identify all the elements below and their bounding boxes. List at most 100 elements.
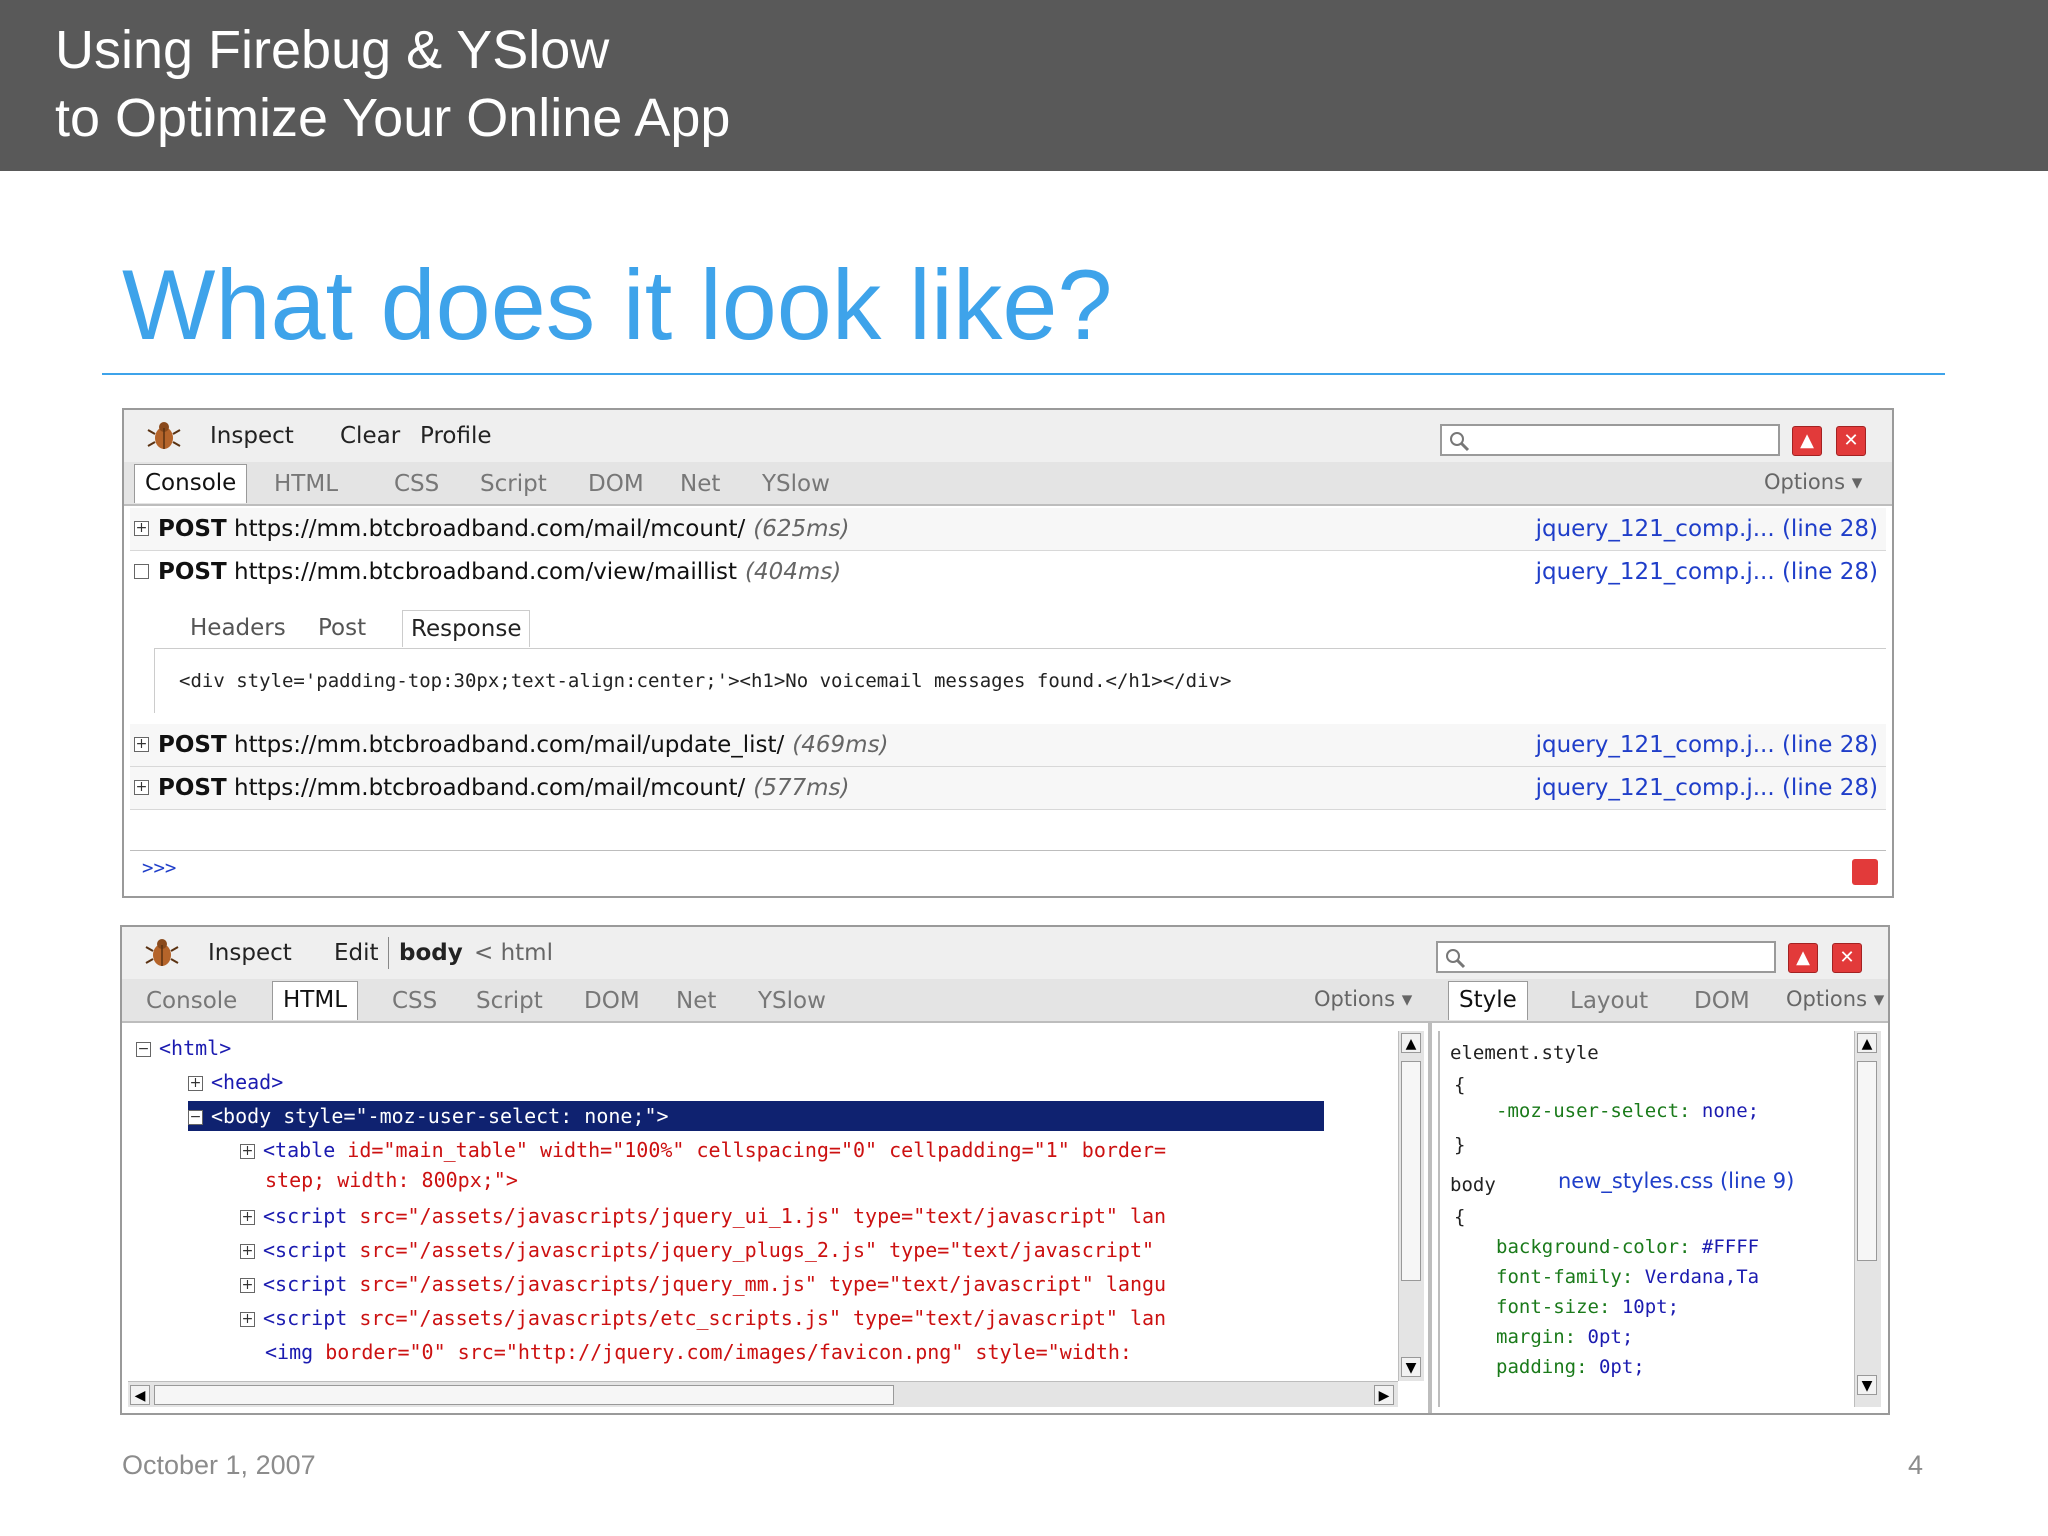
profile-button[interactable]: Profile (420, 420, 492, 452)
minimize-button[interactable]: ▲ (1788, 943, 1818, 973)
css-source-link[interactable]: new_styles.css (line 9) (1558, 1167, 1794, 1195)
expand-icon[interactable]: + (240, 1210, 255, 1225)
request-source-link[interactable]: jquery_121_comp.j... (line 28) (1536, 508, 1878, 550)
close-icon: ✕ (1843, 430, 1859, 451)
tab-html[interactable]: HTML (274, 466, 338, 504)
tree-attrs: style="-moz-user-select: none;"> (271, 1104, 669, 1128)
close-button[interactable]: ✕ (1832, 943, 1862, 973)
tab-console[interactable]: Console (134, 464, 248, 503)
tab-style[interactable]: Style (1448, 981, 1528, 1020)
tree-node-script[interactable]: + <script src="/assets/javascripts/etc_sc… (240, 1303, 1166, 1333)
scroll-up-icon[interactable]: ▲ (1857, 1033, 1877, 1053)
breadcrumb-html[interactable]: < html (474, 937, 553, 969)
expand-icon[interactable]: + (134, 521, 149, 536)
tab-layout[interactable]: Layout (1570, 983, 1648, 1021)
tree-node-img[interactable]: <img border="0" src="http://jquery.com/i… (265, 1337, 1132, 1367)
inspect-button[interactable]: Inspect (210, 420, 294, 452)
subtab-post[interactable]: Post (318, 610, 366, 646)
scroll-left-icon[interactable]: ◀ (130, 1385, 150, 1405)
css-value: 10pt; (1621, 1296, 1680, 1318)
tab-html[interactable]: HTML (272, 981, 359, 1020)
vertical-scrollbar[interactable]: ▲ ▼ (1398, 1031, 1424, 1381)
search-input[interactable] (1436, 941, 1776, 973)
tab-script[interactable]: Script (476, 983, 543, 1021)
pane-divider[interactable] (1428, 1021, 1432, 1413)
request-row[interactable]: POST https://mm.btcbroadband.com/view/ma… (130, 551, 1886, 593)
request-source-link[interactable]: jquery_121_comp.j... (line 28) (1536, 724, 1878, 766)
tree-node-body-selected[interactable]: − <body style="-moz-user-select: none;"> (188, 1101, 1324, 1131)
minimize-button[interactable]: ▲ (1792, 426, 1822, 456)
tree-node-html[interactable]: − <html> (136, 1033, 231, 1063)
tree-node-table-cont: step; width: 800px;"> (265, 1165, 518, 1195)
tab-net[interactable]: Net (676, 983, 716, 1021)
tree-node-script[interactable]: + <script src="/assets/javascripts/jquery… (240, 1201, 1166, 1231)
expand-icon[interactable]: + (134, 737, 149, 752)
scrollbar-thumb[interactable] (1857, 1061, 1877, 1261)
inspect-button[interactable]: Inspect (208, 937, 292, 969)
css-rule[interactable]: background-color: #FFFF (1496, 1233, 1759, 1261)
breadcrumb-body[interactable]: body (388, 937, 463, 969)
tab-yslow[interactable]: YSlow (762, 466, 830, 504)
scroll-right-icon[interactable]: ▶ (1374, 1385, 1394, 1405)
vertical-scrollbar[interactable]: ▲ ▼ (1854, 1031, 1881, 1407)
tab-dom-side[interactable]: DOM (1694, 983, 1750, 1021)
css-rule[interactable]: -moz-user-select: none; (1496, 1097, 1759, 1125)
tab-css[interactable]: CSS (394, 466, 439, 504)
tab-css[interactable]: CSS (392, 983, 437, 1021)
clear-button[interactable]: Clear (340, 420, 400, 452)
edit-button[interactable]: Edit (334, 937, 379, 969)
close-icon[interactable] (1852, 859, 1878, 885)
firebug-icon[interactable] (144, 935, 180, 971)
css-rule[interactable]: padding: 0pt; (1496, 1353, 1645, 1381)
css-rule[interactable]: margin: 0pt; (1496, 1323, 1633, 1351)
scroll-up-icon[interactable]: ▲ (1401, 1033, 1421, 1053)
request-source-link[interactable]: jquery_121_comp.j... (line 28) (1536, 767, 1878, 809)
tab-dom[interactable]: DOM (588, 466, 644, 504)
command-line[interactable]: >>> (130, 850, 1886, 891)
tab-console[interactable]: Console (146, 983, 237, 1021)
subtab-response[interactable]: Response (402, 610, 531, 647)
firebug-icon[interactable] (146, 418, 182, 454)
tree-node-head[interactable]: + <head> (188, 1067, 283, 1097)
scroll-down-icon[interactable]: ▼ (1401, 1357, 1421, 1377)
scrollbar-thumb[interactable] (154, 1385, 894, 1405)
tab-script[interactable]: Script (480, 466, 547, 504)
horizontal-scrollbar[interactable]: ◀ ▶ (128, 1381, 1398, 1407)
tree-node-table[interactable]: + <table id="main_table" width="100%" cel… (240, 1135, 1166, 1165)
options-menu[interactable]: Options ▾ (1314, 987, 1412, 1011)
request-url: https://mm.btcbroadband.com/mail/update_… (234, 724, 889, 766)
side-options-menu[interactable]: Options ▾ (1786, 987, 1884, 1011)
tab-net[interactable]: Net (680, 466, 720, 504)
tab-dom[interactable]: DOM (584, 983, 640, 1021)
search-icon (1450, 432, 1470, 452)
options-menu[interactable]: Options ▾ (1764, 470, 1862, 494)
scroll-down-icon[interactable]: ▼ (1857, 1375, 1877, 1395)
request-row[interactable]: + POST https://mm.btcbroadband.com/mail/… (130, 724, 1886, 767)
expand-icon[interactable]: + (240, 1244, 255, 1259)
search-input[interactable] (1440, 424, 1780, 456)
expand-icon[interactable]: + (240, 1312, 255, 1327)
html-toolbar: Inspect Edit body < html ▲ ✕ (122, 927, 1888, 979)
tree-attrs: src="/assets/javascripts/jquery_ui_1.js"… (347, 1204, 1167, 1228)
tab-yslow[interactable]: YSlow (758, 983, 826, 1021)
tree-node-script[interactable]: + <script src="/assets/javascripts/jquery… (240, 1235, 1154, 1265)
css-value: 0pt; (1587, 1326, 1634, 1348)
expand-icon[interactable]: + (134, 780, 149, 795)
request-row[interactable]: + POST https://mm.btcbroadband.com/mail/… (130, 508, 1886, 551)
expand-icon[interactable]: + (188, 1076, 203, 1091)
expand-icon[interactable]: + (240, 1144, 255, 1159)
request-row[interactable]: + POST https://mm.btcbroadband.com/mail/… (130, 767, 1886, 810)
subtab-headers[interactable]: Headers (190, 610, 286, 646)
css-property: padding: (1496, 1356, 1588, 1378)
collapse-icon[interactable]: − (188, 1110, 203, 1125)
tree-node-script[interactable]: + <script src="/assets/javascripts/jquery… (240, 1269, 1166, 1299)
css-rule[interactable]: font-family: Verdana,Ta (1496, 1263, 1759, 1291)
css-rule[interactable]: font-size: 10pt; (1496, 1293, 1679, 1321)
tree-attrs: src="/assets/javascripts/etc_scripts.js"… (347, 1306, 1167, 1330)
close-button[interactable]: ✕ (1836, 426, 1866, 456)
expand-icon[interactable]: + (240, 1278, 255, 1293)
collapse-icon[interactable]: − (136, 1042, 151, 1057)
scrollbar-thumb[interactable] (1401, 1061, 1421, 1281)
collapse-icon[interactable] (134, 564, 149, 579)
request-source-link[interactable]: jquery_121_comp.j... (line 28) (1536, 551, 1878, 593)
